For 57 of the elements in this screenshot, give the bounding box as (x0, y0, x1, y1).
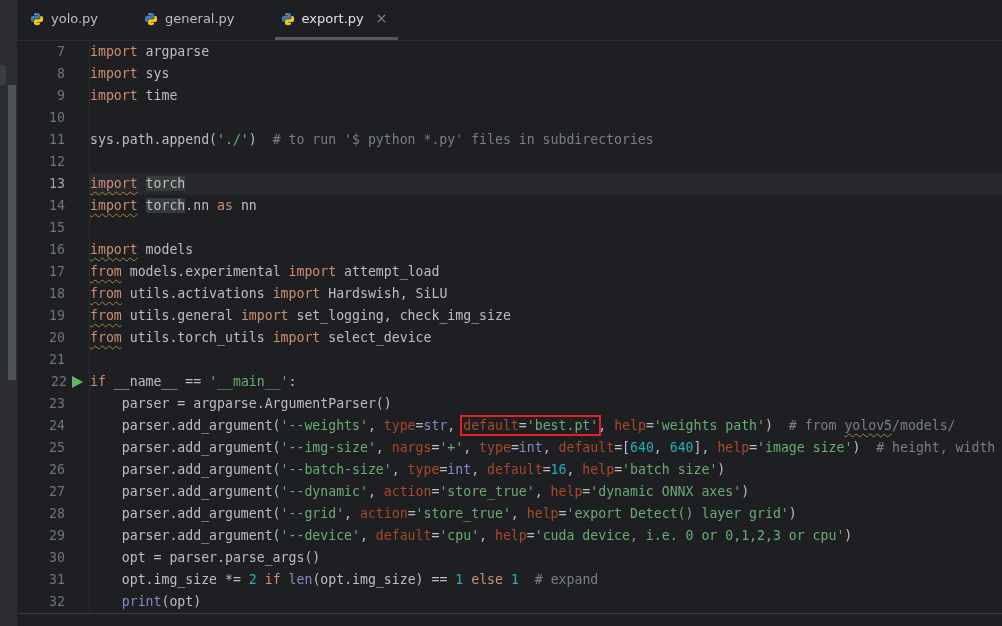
line-number: 32 (48, 593, 65, 611)
line-number: 19 (48, 307, 65, 325)
scrollbar-thumb[interactable] (8, 85, 16, 380)
code-line: from utils.activations import Hardswish, SiLU (90, 286, 448, 301)
editor-tab[interactable]: general.py (138, 0, 247, 40)
line-number: 28 (48, 505, 65, 523)
line-number: 13 (48, 175, 65, 193)
line-number: 25 (48, 439, 65, 457)
editor-tab[interactable]: export.py (274, 0, 398, 40)
line-number: 9 (56, 87, 65, 105)
line-number: 30 (48, 549, 65, 567)
code-line: parser.add_argument('--img-size', nargs='+', type=int, default=[640, 640], help='image size') # height, width (120, 440, 996, 455)
line-number: 15 (48, 219, 65, 237)
line-number: 14 (48, 197, 65, 215)
line-number: 8 (56, 65, 65, 83)
line-number: 12 (48, 153, 65, 171)
code-line: print(opt) (120, 594, 202, 609)
python-file-icon (30, 11, 44, 26)
line-number: 18 (48, 285, 65, 303)
code-line: import models (90, 242, 194, 257)
python-file-icon (144, 11, 159, 26)
code-line: if __name__ == '__main__': (90, 374, 297, 389)
line-number: 22 (50, 373, 67, 391)
code-line: parser.add_argument('--grid', action='store_true', help='export Detect() layer grid') (120, 506, 797, 521)
line-number: 29 (48, 527, 65, 545)
code-line: import torch (90, 176, 186, 191)
code-line: parser.add_argument('--device', default='cpu', help='cuda device, i.e. 0 or 0,1,2,3 or cpu') (120, 528, 853, 543)
line-number: 16 (48, 241, 65, 259)
code-line: sys.path.append('./') # to run '$ python *.py' files in subdirectories (90, 132, 654, 147)
editor-tab[interactable]: yolo.py (24, 0, 111, 40)
run-icon[interactable] (71, 376, 83, 388)
code-line: import torch.nn as nn (90, 198, 257, 213)
line-number: 31 (48, 571, 65, 589)
python-file-icon (280, 11, 295, 26)
line-number: 27 (48, 483, 65, 501)
code-line: opt.img_size *= 2 if len(opt.img_size) == 1 else 1 # expand (120, 572, 599, 587)
code-line: parser.add_argument('--weights', type=str, default='best.pt', help='weights path') # from yolov5/models/ (90, 418, 956, 433)
line-number: 7 (56, 43, 65, 61)
line-number: 17 (48, 263, 65, 281)
line-number: 11 (48, 131, 65, 149)
code-line: opt = parser.parse_args() (120, 550, 321, 565)
close-icon[interactable] (376, 14, 386, 23)
code-line: from utils.general import set_logging, check_img_size (90, 308, 511, 323)
line-number: 26 (48, 461, 65, 479)
code-line: import argparse (90, 44, 210, 59)
code-line: from utils.torch_utils import select_device (90, 330, 432, 345)
code-line: import time (90, 88, 178, 103)
code-line: from models.experimental import attempt_load (90, 264, 440, 279)
line-number: 21 (48, 351, 65, 369)
line-number: 23 (48, 395, 65, 413)
line-number: 20 (48, 329, 65, 347)
code-line: parser.add_argument('--batch-size', type=int, default=16, help='batch size') (120, 462, 726, 477)
code-line: parser.add_argument('--dynamic', action='store_true', help='dynamic ONNX axes') (120, 484, 750, 499)
code-line: parser = argparse.ArgumentParser() (120, 396, 392, 411)
line-number: 10 (48, 109, 65, 127)
line-number: 24 (48, 417, 65, 435)
code-line: import sys (90, 66, 170, 81)
